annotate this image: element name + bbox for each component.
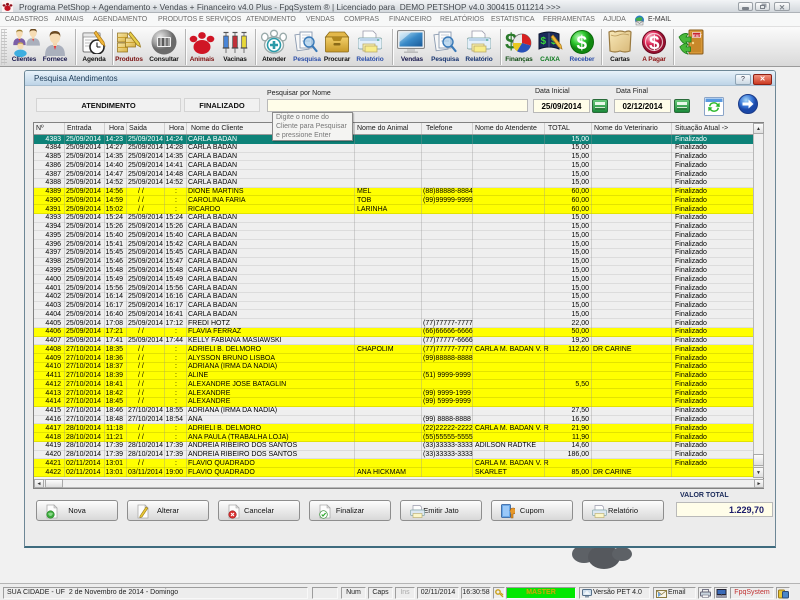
svg-text:$: $: [577, 33, 588, 54]
svg-text:$: $: [541, 36, 547, 47]
svg-text:EXIT: EXIT: [693, 33, 702, 38]
svg-text:$: $: [649, 33, 660, 54]
